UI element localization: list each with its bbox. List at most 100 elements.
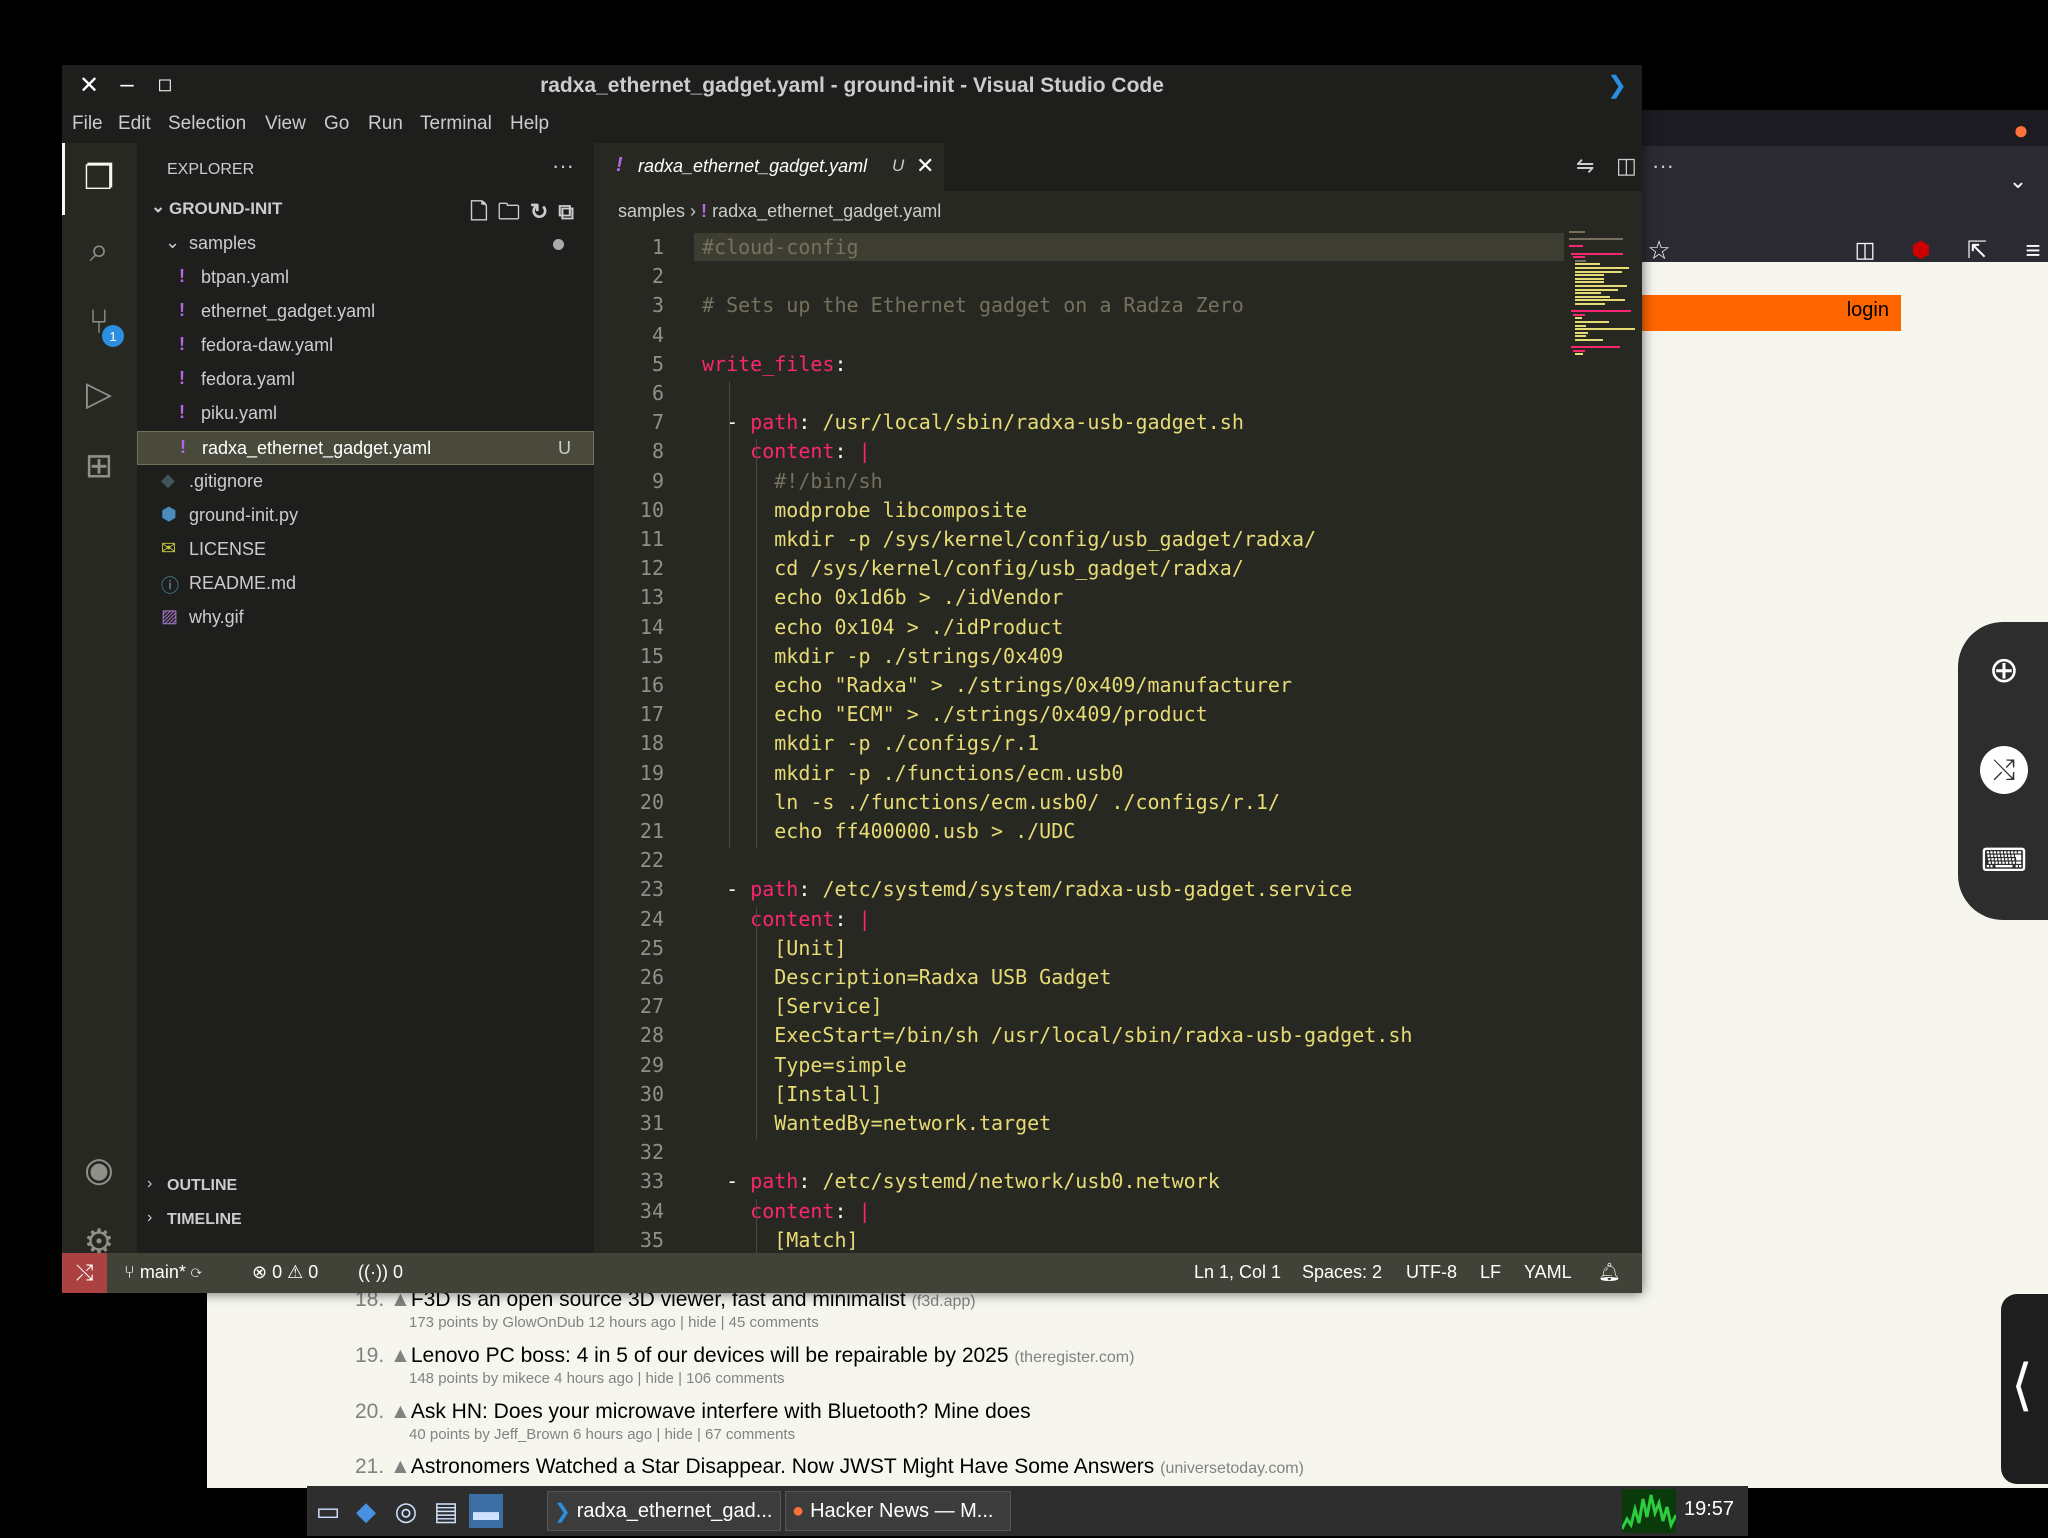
collapse-all-icon[interactable]: ⧉ [558, 199, 584, 224]
tree-item-file[interactable]: ! btpan.yaml [137, 261, 594, 295]
code-line[interactable]: - path: /etc/systemd/network/usb0.networ… [702, 1169, 1220, 1193]
upvote-icon[interactable]: ▲ [390, 1455, 411, 1478]
timeline-section[interactable]: › TIMELINE [137, 1203, 594, 1237]
menu-go[interactable]: Go [324, 113, 349, 135]
code-line[interactable]: ln -s ./functions/ecm.usb0/ ./configs/r.… [702, 790, 1280, 814]
tree-folder-samples[interactable]: ⌄ samples [137, 227, 594, 261]
tree-item-file[interactable]: ! piku.yaml [137, 397, 594, 431]
tree-item-file-selected[interactable]: ! radxa_ethernet_gadget.yaml U [137, 431, 594, 465]
new-folder-icon[interactable]: 🗀 [498, 199, 530, 224]
new-file-icon[interactable]: 🗋 [470, 199, 498, 224]
vscode-launcher-icon[interactable]: ▬ [469, 1494, 503, 1528]
menu-hamburger-icon[interactable]: ≡ [2013, 230, 2048, 270]
hn-story-site[interactable]: (universetoday.com) [1160, 1460, 1304, 1477]
hn-story-site[interactable]: (theregister.com) [1014, 1349, 1134, 1366]
remote-indicator-icon[interactable]: ⤭ [62, 1253, 107, 1293]
editor-tab-active[interactable]: ! radxa_ethernet_gadget.yaml U ✕ [594, 143, 944, 191]
code-line[interactable]: mkdir -p /sys/kernel/config/usb_gadget/r… [702, 527, 1316, 551]
notifications-bell-icon[interactable]: 🔔︎ [1598, 1262, 1621, 1283]
web-browser-icon[interactable]: ◎ [389, 1494, 423, 1528]
pocket-icon[interactable]: ◫ [1845, 230, 1885, 270]
code-line[interactable]: - path: /etc/systemd/system/radxa-usb-ga… [702, 877, 1352, 901]
show-desktop-icon[interactable]: ▭ [311, 1494, 345, 1528]
code-editor[interactable]: 1 #cloud-config 2 3 # Sets up the Ethernet g… [594, 231, 1642, 1253]
code-line[interactable]: content: | [702, 1199, 870, 1223]
explorer-icon[interactable]: ❐ [74, 153, 124, 203]
tree-item-file[interactable]: ⓘ README.md [137, 567, 594, 601]
app-launcher-icon[interactable]: ◆ [349, 1494, 383, 1528]
keyboard-icon[interactable]: ⌨ [1980, 836, 2028, 884]
code-line[interactable]: - path: /usr/local/sbin/radxa-usb-gadget… [702, 410, 1244, 434]
search-icon[interactable]: ⌕ [74, 225, 124, 275]
login-link[interactable]: login [1847, 299, 1889, 322]
terminal-windows-icon[interactable]: ▤ [429, 1494, 463, 1528]
code-line[interactable]: echo ff400000.usb > ./UDC [702, 819, 1075, 843]
sync-icon[interactable]: ⟳ [191, 1262, 202, 1282]
code-line[interactable]: [Match] [702, 1228, 858, 1252]
close-tab-icon[interactable]: ✕ [916, 153, 934, 179]
menu-run[interactable]: Run [368, 113, 403, 135]
code-line[interactable]: modprobe libcomposite [702, 498, 1027, 522]
tree-item-file[interactable]: ◆ .gitignore [137, 465, 594, 499]
menu-help[interactable]: Help [510, 113, 549, 135]
menu-terminal[interactable]: Terminal [420, 113, 492, 135]
code-line[interactable]: echo "Radxa" > ./strings/0x409/manufactu… [702, 673, 1292, 697]
code-line[interactable]: content: | [702, 907, 870, 931]
extensions-icon[interactable]: ⊞ [74, 441, 124, 491]
chevron-down-icon[interactable]: ⌄ [1998, 161, 2038, 201]
code-line[interactable]: Description=Radxa USB Gadget [702, 965, 1111, 989]
tree-item-file[interactable]: ⬢ ground-init.py [137, 499, 594, 533]
source-control-icon[interactable]: ⑂ 1 [74, 297, 124, 347]
hn-story-site[interactable]: (f3d.app) [912, 1293, 976, 1310]
code-line[interactable]: content: | [702, 439, 870, 463]
code-line[interactable]: [Unit] [702, 936, 846, 960]
problems-status[interactable]: ⊗ 0 ⚠ 0 [252, 1262, 318, 1283]
encoding-status[interactable]: UTF-8 [1406, 1262, 1457, 1283]
more-actions-icon[interactable]: ··· [1652, 153, 1674, 179]
taskbar-task-firefox[interactable]: ● Hacker News — M... [785, 1491, 1011, 1531]
ublock-icon[interactable]: ⬢ [1901, 230, 1941, 270]
extensions-icon[interactable]: ⇱ [1957, 230, 1997, 270]
code-line[interactable]: write_files: [702, 352, 847, 376]
hn-story-title[interactable]: Ask HN: Does your microwave interfere wi… [411, 1400, 1031, 1423]
hn-story-title[interactable]: Astronomers Watched a Star Disappear. No… [411, 1455, 1154, 1478]
breadcrumb-file[interactable]: radxa_ethernet_gadget.yaml [712, 201, 941, 221]
side-drawer-tab[interactable]: ⟨ [2001, 1294, 2048, 1484]
cursor-position[interactable]: Ln 1, Col 1 [1194, 1262, 1281, 1283]
code-line[interactable]: WantedBy=network.target [702, 1111, 1051, 1135]
tree-item-file[interactable]: ! fedora.yaml [137, 363, 594, 397]
menu-selection[interactable]: Selection [168, 113, 246, 135]
minimap[interactable] [1569, 231, 1639, 391]
code-line[interactable]: [Service] [702, 994, 882, 1018]
open-changes-icon[interactable]: ⇋ [1576, 153, 1594, 179]
upvote-icon[interactable]: ▲ [390, 1344, 411, 1367]
menu-file[interactable]: File [72, 113, 103, 135]
menu-view[interactable]: View [265, 113, 306, 135]
code-line[interactable]: Type=simple [702, 1053, 906, 1077]
run-debug-icon[interactable]: ▷ [74, 369, 124, 419]
root-folder[interactable]: ⌄ GROUND-INIT 🗋🗀↻⧉ [147, 193, 594, 225]
code-line[interactable]: #cloud-config [702, 235, 859, 259]
code-line[interactable]: cd /sys/kernel/config/usb_gadget/radxa/ [702, 556, 1244, 580]
ports-status[interactable]: ((·)) 0 [358, 1262, 403, 1283]
split-editor-icon[interactable]: ◫ [1616, 153, 1637, 179]
code-line[interactable]: mkdir -p ./configs/r.1 [702, 731, 1039, 755]
taskbar-task-vscode[interactable]: ❯ radxa_ethernet_gad... [547, 1491, 781, 1531]
breadcrumb-folder[interactable]: samples [618, 201, 685, 221]
menu-edit[interactable]: Edit [118, 113, 151, 135]
indentation-status[interactable]: Spaces: 2 [1302, 1262, 1382, 1283]
zoom-in-icon[interactable]: ⊕ [1980, 646, 2028, 694]
more-actions-icon[interactable]: ··· [552, 153, 574, 179]
branch-status[interactable]: ⑂ main* ⟳ [124, 1262, 202, 1283]
tree-item-file[interactable]: ! ethernet_gadget.yaml [137, 295, 594, 329]
tree-item-file[interactable]: ! fedora-daw.yaml [137, 329, 594, 363]
code-line[interactable]: mkdir -p ./functions/ecm.usb0 [702, 761, 1123, 785]
refresh-icon[interactable]: ↻ [530, 199, 558, 224]
upvote-icon[interactable]: ▲ [390, 1400, 411, 1423]
hn-story-title[interactable]: Lenovo PC boss: 4 in 5 of our devices wi… [411, 1344, 1009, 1367]
account-icon[interactable]: ◉ [74, 1145, 124, 1195]
code-line[interactable]: [Install] [702, 1082, 882, 1106]
code-line[interactable]: ExecStart=/bin/sh /usr/local/sbin/radxa-… [702, 1023, 1412, 1047]
outline-section[interactable]: › OUTLINE [137, 1169, 594, 1203]
code-line[interactable]: echo "ECM" > ./strings/0x409/product [702, 702, 1208, 726]
